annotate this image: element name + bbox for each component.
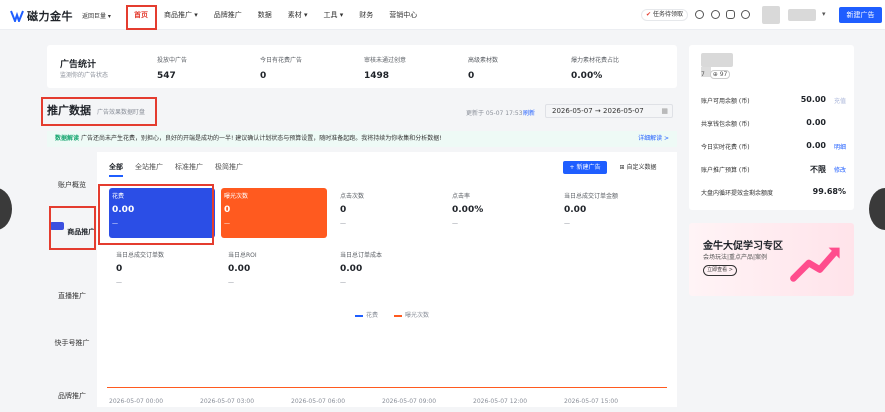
banner-title: 金牛大促学习专区 [703,241,783,252]
highlight-spend-metric [98,184,214,245]
settings-icon[interactable] [711,10,720,19]
chart-x-axis: 2026-05-07 00:00 2026-05-07 03:00 2026-0… [97,398,677,406]
ad-stats-card: 广告统计 监测你的广告状态 投放中广告 547 今日有花费广告 0 审核未通过创意 1… [47,45,677,88]
submenu-brand-promo[interactable]: 品牌推广 [47,391,97,401]
date-range-picker[interactable]: 2026-05-07 → 2026-05-07 ▦ [545,104,673,118]
account-avatar [701,53,733,67]
chevron-down-icon[interactable]: ▾ [822,10,826,18]
update-time: 更新于 05-07 17:53 [466,110,523,117]
avatar[interactable] [762,6,780,24]
submenu-live-promo[interactable]: 直播推广 [47,291,97,301]
logo[interactable]: 磁力金牛 [10,8,73,24]
stat-premium-assets[interactable]: 高级素材数 0 [468,55,498,81]
shared-wallet-row: 共享钱包余额 (币) 0.00 [701,118,826,128]
stat-hot-asset-ratio[interactable]: 爆力素材花费占比 0.00% [571,55,619,81]
next-arrow[interactable] [869,188,885,230]
metric-ctr[interactable]: 点击率 0.00% — [449,188,555,238]
nav-data[interactable]: 数据 [250,0,280,30]
detail-link[interactable]: 明细 [834,142,846,151]
balance-row: 账户可用余额 (币) 50.00 充值 [701,95,846,105]
highlight-promo-title [41,97,157,126]
banner-view-button[interactable]: 立即查看 > [703,265,737,276]
logo-icon [10,10,24,22]
tab-all[interactable]: 全部 [109,162,123,177]
x-tick: 2026-05-07 15:00 [564,398,619,405]
prev-arrow[interactable] [0,188,12,230]
submenu-account-overview[interactable]: 账户概览 [47,180,97,190]
stat-rejected-creatives[interactable]: 审核未通过创意 1498 [364,55,406,81]
new-ad-button[interactable]: 新建广告 [839,7,882,23]
efficiency-quota-row: 大盘内循环提效金剩余额度 99.68% [701,187,846,197]
refresh-link[interactable]: 刷新 [523,108,535,117]
legend-impressions[interactable]: 曝光次数 [394,310,429,319]
nav-finance[interactable]: 财务 [351,0,381,30]
stats-subtitle: 监测你的广告状态 [60,72,109,79]
highlight-product-promo [49,206,96,250]
metric-clicks[interactable]: 点击次数 0— [337,188,443,238]
x-tick: 2026-05-07 03:00 [200,398,255,405]
tab-simple[interactable]: 极简推广 [215,162,243,177]
banner-subtitle: 会场玩法|重点产品|案例 [703,254,768,261]
x-tick: 2026-05-07 12:00 [473,398,528,405]
promo-banner[interactable]: 金牛大促学习专区 会场玩法|重点产品|案例 立即查看 > [689,223,854,296]
metric-impressions[interactable]: 曝光次数 0— [221,188,327,238]
account-badge: ⊕ 97 [709,70,731,79]
modify-budget-link[interactable]: 修改 [834,165,846,174]
tab-fullsite[interactable]: 全站推广 [135,162,163,177]
task-icon: ✔ [646,11,652,18]
account-id: 7 ⊕ 97 [701,70,731,79]
data-insight-notice: 数据解读 广告还尚未产生花费，别担心，良好的开端是成功的一半! 建议确认计划状态… [47,131,677,147]
stat-spending-ads[interactable]: 今日有花费广告 0 [260,55,302,81]
nav-product-promo[interactable]: 商品推广 ▾ [156,0,206,30]
today-spend-row: 今日实时花费 (币) 0.00 明细 [701,141,846,151]
message-icon[interactable] [741,10,750,19]
chart-legend: 花费 曝光次数 [355,310,429,319]
promo-submenu: 账户概览 商品推广 直播推广 快手号推广 品牌推广 [47,152,97,407]
custom-data-button[interactable]: ⊞ 自定义数据 [613,161,663,174]
x-tick: 2026-05-07 00:00 [109,398,164,405]
highlight-home [126,5,157,30]
nav-marketing[interactable]: 营销中心 [381,0,425,30]
notice-tag: 数据解读 [55,135,80,142]
back-link[interactable]: 返回巨量 ▾ [82,11,111,20]
metric-order-count[interactable]: 当日总成交订单数 0— [113,247,219,297]
help-icon[interactable] [695,10,704,19]
trend-arrow-icon [790,247,840,282]
top-navbar: 磁力金牛 返回巨量 ▾ 首页 商品推广 ▾ 品牌推广 数据 素材 ▾ 工具 ▾ … [0,0,885,30]
legend-spend[interactable]: 花费 [355,310,378,319]
recharge-link[interactable]: 充值 [834,96,846,105]
tab-standard[interactable]: 标准推广 [175,162,203,177]
submenu-kuaishou-promo[interactable]: 快手号推广 [47,338,97,348]
promo-tabs: 全部 全站推广 标准推广 极简推广 [109,162,243,177]
metric-order-cost[interactable]: 当日总订单成本 0.00— [337,247,443,297]
budget-row: 账户推广预算 (币) 不限 修改 [701,165,846,174]
task-button[interactable]: ✔ 任务待领取 [641,9,689,21]
bell-icon[interactable] [726,10,735,19]
nav-brand-promo[interactable]: 品牌推广 [206,0,250,30]
nav-tools[interactable]: 工具 ▾ [316,0,352,30]
new-promo-button[interactable]: + 新建广告 [563,161,607,174]
x-tick: 2026-05-07 06:00 [291,398,346,405]
notice-text: 广告还尚未产生花费，别担心，良好的开端是成功的一半! 建议确认计划状态与预算设置… [80,135,442,142]
logo-text: 磁力金牛 [27,10,73,23]
calendar-icon: ▦ [661,107,668,115]
stats-title: 广告统计 [60,60,97,70]
metric-roi[interactable]: 当日总ROI 0.00— [225,247,331,297]
main-nav: 首页 商品推广 ▾ 品牌推广 数据 素材 ▾ 工具 ▾ 财务 营销中心 [126,0,425,30]
notice-detail-link[interactable]: 详细解读 > [638,131,669,147]
stat-running-ads[interactable]: 投放中广告 547 [157,55,187,81]
chart-line-series [107,387,667,388]
account-name[interactable] [788,9,816,21]
account-card: 7 ⊕ 97 账户可用余额 (币) 50.00 充值 共享钱包余额 (币) 0.00 … [689,45,854,210]
x-tick: 2026-05-07 09:00 [382,398,437,405]
nav-assets[interactable]: 素材 ▾ [280,0,316,30]
metric-order-amount[interactable]: 当日总成交订单金额 0.00— [561,188,667,238]
